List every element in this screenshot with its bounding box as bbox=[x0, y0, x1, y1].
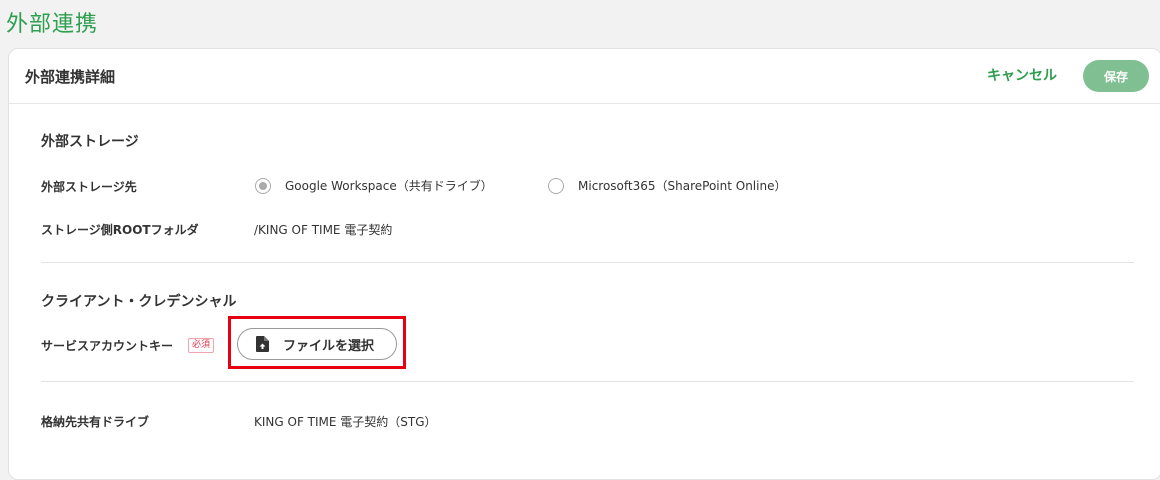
detail-card: 外部連携詳細 キャンセル 保存 外部ストレージ 外部ストレージ先 Google … bbox=[8, 48, 1160, 480]
radio-label-microsoft365: Microsoft365（SharePoint Online） bbox=[578, 179, 787, 193]
card-header: 外部連携詳細 キャンセル 保存 bbox=[9, 49, 1160, 104]
section-divider bbox=[41, 381, 1134, 382]
root-folder-value: /KING OF TIME 電子契約 bbox=[254, 223, 393, 237]
file-select-label: ファイルを選択 bbox=[283, 338, 375, 354]
file-upload-icon bbox=[256, 336, 269, 352]
required-badge: 必須 bbox=[188, 338, 215, 353]
radio-microsoft365[interactable]: Microsoft365（SharePoint Online） bbox=[548, 177, 786, 194]
radio-dot bbox=[259, 181, 267, 190]
radio-button-selected[interactable] bbox=[255, 177, 271, 194]
cancel-button[interactable]: キャンセル bbox=[987, 65, 1057, 85]
card-title: 外部連携詳細 bbox=[25, 68, 116, 86]
file-select-button[interactable]: ファイルを選択 bbox=[237, 328, 397, 360]
radio-google-workspace[interactable]: Google Workspace（共有ドライブ） bbox=[255, 177, 493, 194]
shared-drive-label: 格納先共有ドライブ bbox=[41, 415, 150, 429]
section-divider bbox=[41, 262, 1134, 263]
shared-drive-value: KING OF TIME 電子契約（STG） bbox=[254, 415, 437, 429]
storage-destination-label: 外部ストレージ先 bbox=[41, 180, 137, 194]
root-folder-label: ストレージ側ROOTフォルダ bbox=[41, 223, 199, 237]
credential-section-title: クライアント・クレデンシャル bbox=[41, 294, 237, 310]
radio-button-unselected[interactable] bbox=[548, 177, 564, 194]
storage-section-title: 外部ストレージ bbox=[41, 134, 139, 150]
service-account-key-label: サービスアカウントキー bbox=[41, 339, 174, 353]
radio-label-google-workspace: Google Workspace（共有ドライブ） bbox=[285, 179, 493, 193]
save-button[interactable]: 保存 bbox=[1083, 60, 1149, 92]
page-title: 外部連携 bbox=[6, 12, 99, 37]
